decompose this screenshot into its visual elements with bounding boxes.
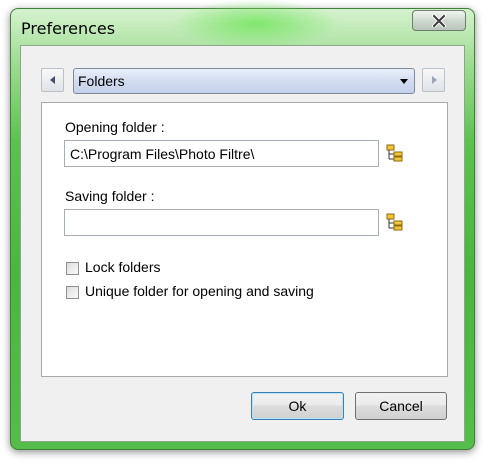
category-dropdown[interactable]: Folders [73, 68, 415, 94]
next-category-button[interactable] [422, 68, 445, 92]
lock-folders-label[interactable]: Lock folders [85, 259, 160, 275]
saving-folder-input[interactable] [64, 209, 379, 236]
lock-folders-checkbox[interactable] [66, 262, 79, 275]
preferences-dialog: Preferences Folders Opening folder : C:\… [10, 0, 475, 450]
folder-tree-icon [386, 213, 403, 231]
opening-folder-input[interactable] [64, 140, 379, 167]
close-icon [432, 14, 446, 27]
cancel-button-label: Cancel [379, 398, 423, 414]
close-button[interactable] [412, 10, 466, 31]
folder-tree-icon [386, 144, 403, 162]
folders-panel: Opening folder : Saving folder : [41, 102, 448, 377]
title-glow [171, 0, 341, 49]
dialog-client-area: Folders Opening folder : Saving fold [20, 45, 465, 442]
previous-category-button[interactable] [41, 68, 64, 92]
arrow-right-icon [431, 76, 437, 84]
unique-folder-checkbox[interactable] [66, 286, 79, 299]
category-dropdown-value: Folders [78, 73, 125, 89]
opening-folder-browse-button[interactable] [386, 144, 404, 162]
arrow-left-icon [49, 76, 55, 84]
dialog-title: Preferences [21, 19, 116, 38]
opening-folder-label: Opening folder : [65, 119, 165, 135]
saving-folder-label: Saving folder : [65, 188, 155, 204]
saving-folder-browse-button[interactable] [386, 213, 404, 231]
cancel-button[interactable]: Cancel [355, 392, 447, 420]
unique-folder-label[interactable]: Unique folder for opening and saving [85, 283, 314, 299]
ok-button-label: Ok [288, 398, 307, 414]
chevron-down-icon [400, 79, 408, 84]
ok-button[interactable]: Ok [251, 392, 344, 420]
